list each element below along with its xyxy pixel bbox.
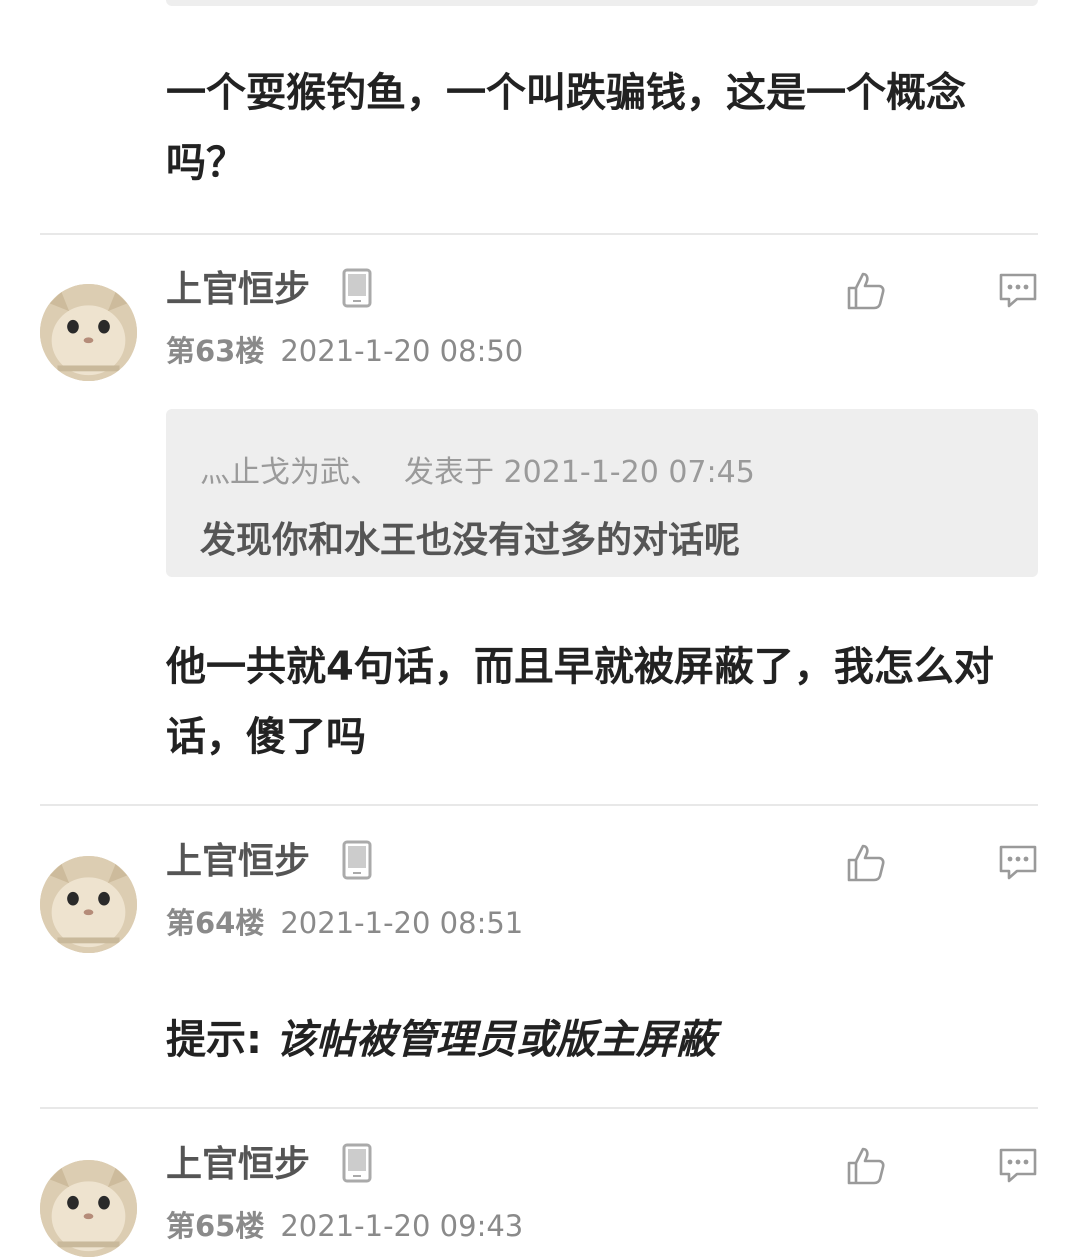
divider: [40, 804, 1038, 806]
quote-time: 发表于 2021-1-20 07:45: [404, 455, 755, 490]
divider: [40, 233, 1038, 235]
floor-number: 第63楼: [166, 334, 265, 368]
cat-avatar-image: [40, 284, 137, 381]
phone-icon: [342, 1143, 372, 1183]
comment-icon[interactable]: [997, 270, 1039, 312]
post-time: 2021-1-20 08:50: [280, 334, 524, 368]
thumbs-up-icon[interactable]: [845, 1145, 887, 1187]
thumbs-up-icon[interactable]: [845, 842, 887, 884]
post-content: 一个耍猴钓鱼，一个叫跌骗钱，这是一个概念吗？: [166, 70, 966, 186]
floor-number: 第65楼: [166, 1209, 265, 1243]
post-meta: 第65楼 2021-1-20 09:43: [166, 1208, 523, 1244]
avatar[interactable]: [40, 856, 137, 953]
post-time: 2021-1-20 08:51: [280, 906, 524, 940]
post-time: 2021-1-20 09:43: [280, 1209, 524, 1243]
cat-avatar-image: [40, 1160, 137, 1257]
username[interactable]: 上官恒步: [166, 840, 310, 884]
phone-icon: [342, 840, 372, 880]
phone-icon: [342, 268, 372, 308]
notice-prefix: 提示:: [166, 1017, 276, 1063]
divider: [40, 1107, 1038, 1109]
avatar[interactable]: [40, 1160, 137, 1257]
post-content: 他一共就4句话，而且早就被屏蔽了，我怎么对话，傻了吗: [166, 644, 994, 760]
comment-icon[interactable]: [997, 1145, 1039, 1187]
post-meta: 第63楼 2021-1-20 08:50: [166, 333, 523, 369]
floor-number: 第64楼: [166, 906, 265, 940]
quote-author[interactable]: 灬止戈为武、: [200, 455, 380, 490]
username[interactable]: 上官恒步: [166, 268, 310, 312]
cat-avatar-image: [40, 856, 137, 953]
blocked-notice: 提示: 该帖被管理员或版主屏蔽: [166, 1005, 1036, 1075]
comment-icon[interactable]: [997, 842, 1039, 884]
quote-text: 发现你和水王也没有过多的对话呢: [200, 520, 741, 561]
quote-box: 灬止戈为武、 发表于 2021-1-20 07:45 发现你和水王也没有过多的对话…: [166, 409, 1038, 577]
previous-quote-box: [166, 0, 1038, 6]
thumbs-up-icon[interactable]: [845, 270, 887, 312]
username[interactable]: 上官恒步: [166, 1143, 310, 1187]
quote-meta: 灬止戈为武、 发表于 2021-1-20 07:45: [200, 447, 755, 491]
avatar[interactable]: [40, 284, 137, 381]
notice-text: 该帖被管理员或版主屏蔽: [275, 1017, 716, 1063]
post-meta: 第64楼 2021-1-20 08:51: [166, 905, 523, 941]
